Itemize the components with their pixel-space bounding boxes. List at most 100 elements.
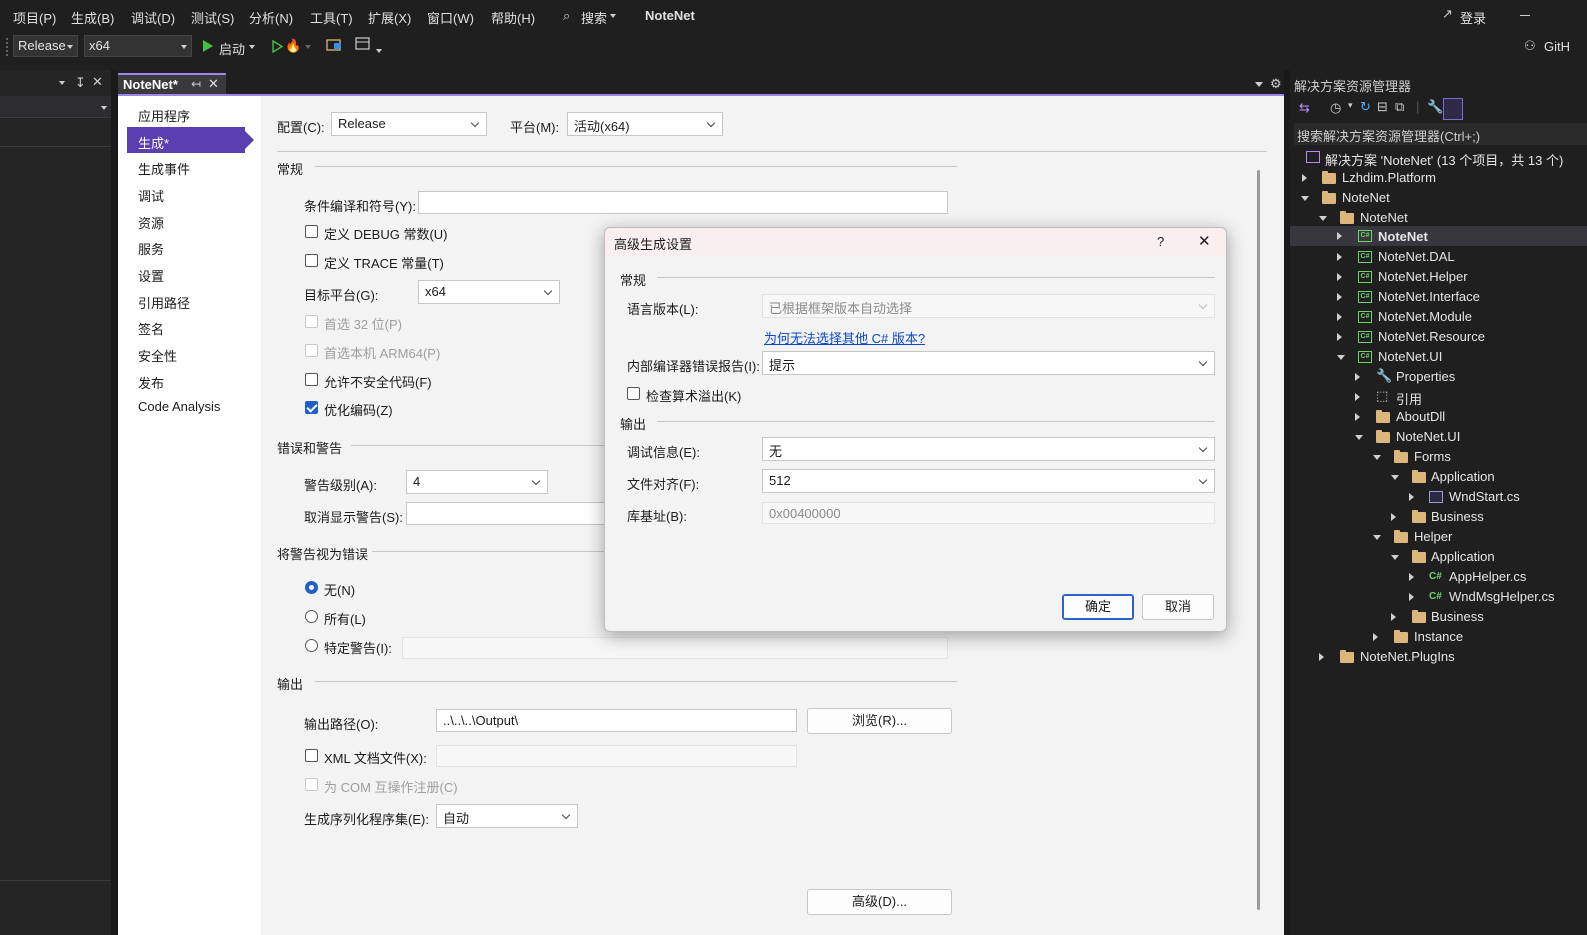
config-combo[interactable]: Release [13,35,78,57]
search-icon[interactable]: ⌕ [563,8,570,24]
xml-doc-input[interactable] [436,745,797,767]
layout-icon[interactable] [355,37,371,54]
platform-select[interactable]: 活动(x64) [567,112,723,136]
nav-item-services[interactable]: 服务 [138,239,164,258]
close-icon[interactable]: ✕ [92,74,103,90]
specific-warnings-input[interactable] [402,637,948,659]
prefer-arm64-checkbox[interactable] [305,344,318,357]
help-icon[interactable]: ? [1157,234,1164,249]
expand-icon[interactable] [1337,232,1342,240]
github-icon[interactable]: ⚇ [1524,38,1536,54]
prefer32-checkbox[interactable] [305,315,318,328]
menu-project[interactable]: 项目(P) [13,8,56,27]
history-chevron-icon[interactable]: ▾ [1348,100,1353,111]
expand-icon[interactable] [1302,174,1307,182]
login-link[interactable]: 登录 [1460,8,1486,27]
expand-icon[interactable] [1337,293,1342,301]
base-address-input[interactable]: 0x00400000 [762,502,1215,524]
start-icon[interactable] [203,40,213,52]
gear-icon[interactable]: ⚙ [1270,76,1282,92]
expand-icon[interactable] [1337,253,1342,261]
sync-active-doc-icon[interactable]: ⇆ [1299,100,1310,116]
nav-item-application[interactable]: 应用程序 [138,106,190,125]
tab-list-icon[interactable] [1255,82,1263,87]
ok-button[interactable]: 确定 [1062,594,1134,620]
define-trace-checkbox[interactable] [305,254,318,267]
collapse-icon[interactable] [1373,535,1381,540]
expand-icon[interactable] [1355,373,1360,381]
menu-analyze[interactable]: 分析(N) [249,8,293,27]
browse-button[interactable]: 浏览(R)... [807,708,952,734]
hot-reload-icon[interactable]: 🔥 [285,38,301,54]
debug-info-select[interactable]: 无 [762,437,1215,461]
expand-icon[interactable] [1409,593,1414,601]
define-debug-checkbox[interactable] [305,225,318,238]
output-path-input[interactable]: ..\..\..\Output\ [436,709,797,732]
lang-version-link[interactable]: 为何无法选择其他 C# 版本? [764,328,925,347]
nav-item-publish[interactable]: 发布 [138,373,164,392]
nav-item-security[interactable]: 安全性 [138,346,177,365]
preview-selected-icon[interactable] [1443,98,1463,120]
search-chevron-icon[interactable] [610,14,616,18]
collapse-icon[interactable] [1301,196,1309,201]
expand-icon[interactable] [1337,273,1342,281]
overflow-checkbox[interactable] [627,387,640,400]
collapse-icon[interactable] [1337,355,1345,360]
start-button[interactable]: 启动 [219,39,245,58]
expand-icon[interactable] [1391,513,1396,521]
serialization-select[interactable]: 自动 [436,804,578,828]
nav-item-build-events[interactable]: 生成事件 [138,159,190,178]
collapse-icon[interactable] [1355,435,1363,440]
com-register-checkbox[interactable] [305,778,318,791]
expand-icon[interactable] [1355,393,1360,401]
collapse-icon[interactable] [1319,216,1327,221]
minimize-icon[interactable] [1520,15,1530,16]
github-button[interactable]: GitH [1544,39,1570,54]
collapse-icon[interactable] [1391,555,1399,560]
config-select[interactable]: Release [331,112,487,136]
tab-notenet[interactable]: NoteNet* ↤ ✕ [118,73,226,95]
allow-unsafe-checkbox[interactable] [305,373,318,386]
platform-combo[interactable]: x64 [84,35,192,57]
panel-dropdown[interactable] [0,96,111,118]
treat-specific-radio[interactable] [305,639,318,652]
expand-icon[interactable] [1337,333,1342,341]
collapse-all-icon[interactable]: ⊟ [1377,99,1388,115]
menu-window[interactable]: 窗口(W) [427,8,474,27]
lang-version-select[interactable]: 已根据框架版本自动选择 [762,294,1215,318]
close-icon[interactable]: ✕ [1198,232,1211,250]
menu-build[interactable]: 生成(B) [71,8,114,27]
pin-icon[interactable]: ↧ [75,75,86,91]
close-tab-icon[interactable]: ✕ [208,76,219,92]
expand-icon[interactable] [1337,313,1342,321]
expand-icon[interactable] [1391,613,1396,621]
menu-extensions[interactable]: 扩展(X) [368,8,411,27]
folder-view-icon[interactable] [326,37,342,54]
cancel-button[interactable]: 取消 [1142,594,1214,620]
layout-chevron-icon[interactable] [376,49,382,53]
expand-icon[interactable] [1373,633,1378,641]
pin-icon[interactable]: ↤ [191,77,201,91]
menu-test[interactable]: 测试(S) [191,8,234,27]
nav-item-settings[interactable]: 设置 [138,266,164,285]
hot-reload-chevron-icon[interactable] [305,45,311,49]
target-platform-select[interactable]: x64 [418,280,560,304]
ice-report-select[interactable]: 提示 [762,351,1215,375]
show-all-files-icon[interactable]: ⧉ [1395,99,1404,115]
optimize-checkbox[interactable] [305,401,318,414]
expand-icon[interactable] [1409,573,1414,581]
advanced-button[interactable]: 高级(D)... [807,889,952,915]
expand-icon[interactable] [1319,653,1324,661]
nav-item-debug[interactable]: 调试 [138,186,164,205]
menu-tools[interactable]: 工具(T) [310,8,353,27]
solution-search-box[interactable]: 搜索解决方案资源管理器(Ctrl+;) [1294,123,1587,145]
vertical-scrollbar[interactable] [1257,170,1260,910]
panel-menu-icon[interactable] [59,81,65,85]
file-align-select[interactable]: 512 [762,469,1215,493]
expand-icon[interactable] [1355,413,1360,421]
treat-all-radio[interactable] [305,610,318,623]
start-without-debug-icon[interactable] [263,40,283,53]
collapse-icon[interactable] [1373,455,1381,460]
cond-symbols-input[interactable] [418,191,948,214]
nav-item-code-analysis[interactable]: Code Analysis [138,399,220,414]
